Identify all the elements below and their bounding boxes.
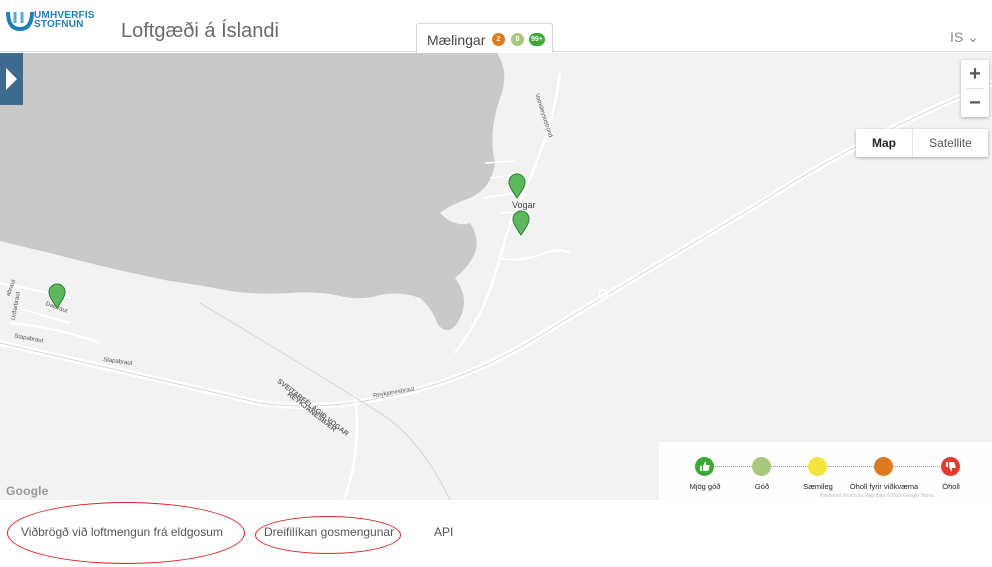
measurements-label: Mælingar [427,32,486,48]
map-type-control: Map Satellite [856,129,988,157]
footer-link-api[interactable]: API [434,525,453,539]
logo-line-2: STOFNUN [34,19,84,30]
legend-dot-very-good [695,457,714,476]
footer: Viðbrögð við loftmengun frá eldgosum Dre… [0,500,992,567]
zoom-control: + − [961,60,989,117]
legend-label-very-good: Mjög góð [689,482,721,491]
legend-dot-unhealthy-sensitive [874,457,893,476]
station-marker-vogar-north[interactable] [508,173,526,199]
legend-label-good: Góð [754,482,770,491]
legend-label-fair: Sæmileg [803,482,833,491]
map-type-satellite-button[interactable]: Satellite [912,129,988,157]
badge-good: 8 [511,33,524,46]
station-marker-reykjanesbaer[interactable] [48,283,66,309]
legend-label-unhealthy-sensitive: Óholl fyrir viðkvæma [849,482,919,491]
legend-dot-fair [808,457,827,476]
power-line [199,302,451,500]
header: UMHVERFIS STOFNUN Loftgæði á Íslandi Mæl… [0,0,992,53]
legend-dot-good [752,457,771,476]
google-logo: Google [6,484,49,498]
zoom-out-button[interactable]: − [961,89,989,117]
map-type-map-button[interactable]: Map [856,129,912,157]
thumbs-up-icon [700,461,710,471]
annotation-circle-1 [7,502,245,564]
language-selector[interactable]: IS ⌄ [950,29,979,46]
air-quality-legend: Mjög góð Góð Sæmileg Óholl fyrir viðkvæm… [659,442,992,500]
site-title: Loftgæði á Íslandi [121,20,279,42]
thumbs-down-icon [946,462,956,472]
south-road [342,397,359,500]
sidebar-toggle[interactable] [0,53,23,105]
water-bay [0,53,505,331]
annotation-circle-2 [255,516,401,554]
legend-dot-unhealthy [941,457,960,476]
badge-unhealthy-sensitive: 2 [492,33,505,46]
badge-very-good: 99+ [529,33,545,46]
arrow-right-icon [6,68,17,90]
station-marker-vogar-south[interactable] [512,210,530,236]
logo-text: UMHVERFIS STOFNUN [34,11,95,30]
place-label-vogar: Vogar [512,200,536,210]
legend-label-unhealthy: Óholl [942,482,960,491]
map[interactable]: + − Map Satellite Vogar Vatnsleysustrond… [0,53,992,500]
map-attribution[interactable]: Keyboard shortcuts Map data ©2019 Google… [820,493,934,499]
map-base[interactable] [0,53,992,500]
village-road [499,249,571,261]
measurements-tab[interactable]: Mælingar 2 8 99+ [416,23,553,53]
zoom-in-button[interactable]: + [961,60,989,88]
legend-connector [710,466,950,467]
